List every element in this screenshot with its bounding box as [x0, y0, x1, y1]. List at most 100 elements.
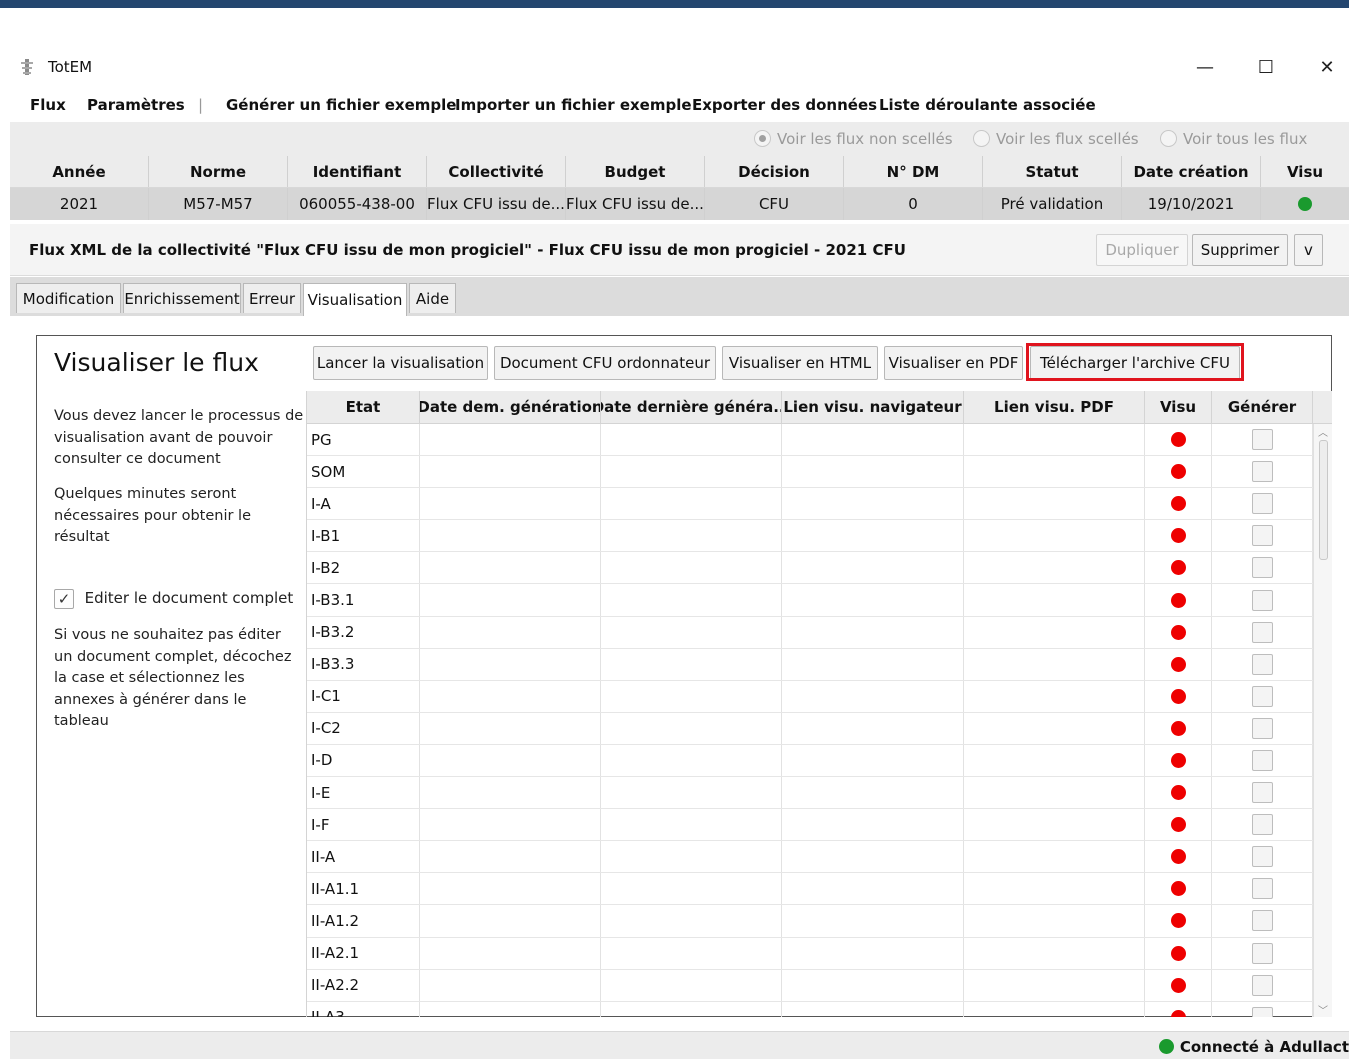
- radio-scelles[interactable]: Voir les flux scellés: [973, 130, 1139, 148]
- column-header[interactable]: Etat: [307, 391, 420, 423]
- etat-cell: I-B3.3: [307, 648, 420, 680]
- tab-visualisation[interactable]: Visualisation: [303, 283, 407, 316]
- table-row[interactable]: I-C2: [307, 712, 1313, 745]
- empty-cell: [964, 424, 1145, 456]
- menu-importer-fichier-exemple[interactable]: Importer un fichier exemple: [455, 96, 692, 114]
- menu-parametres[interactable]: Paramètres: [87, 96, 185, 114]
- supprimer-button[interactable]: Supprimer: [1192, 234, 1288, 266]
- table-row[interactable]: I-C1: [307, 680, 1313, 713]
- generer-checkbox[interactable]: [1251, 942, 1273, 964]
- flux-table-row[interactable]: 2021 M57-M57 060055-438-00 Flux CFU issu…: [10, 188, 1349, 220]
- generer-cell: [1212, 680, 1313, 712]
- table-row[interactable]: II-A: [307, 841, 1313, 874]
- generer-checkbox[interactable]: [1251, 429, 1273, 451]
- generer-checkbox[interactable]: [1251, 557, 1273, 579]
- menu-generer-fichier-exemple[interactable]: Générer un fichier exemple: [226, 96, 456, 114]
- empty-cell: [964, 488, 1145, 520]
- table-row[interactable]: II-A2.1: [307, 937, 1313, 970]
- column-header[interactable]: Générer: [1212, 391, 1313, 423]
- column-header[interactable]: Identifiant: [288, 156, 427, 187]
- table-row[interactable]: I-B1: [307, 520, 1313, 553]
- generer-checkbox[interactable]: [1251, 685, 1273, 707]
- document-cfu-ordonnateur-button[interactable]: Document CFU ordonnateur: [494, 346, 716, 380]
- more-actions-button[interactable]: v: [1294, 234, 1323, 266]
- close-icon[interactable]: ✕: [1304, 54, 1349, 82]
- empty-cell: [420, 712, 601, 744]
- column-header[interactable]: Statut: [983, 156, 1122, 187]
- table-row[interactable]: II-A1.2: [307, 905, 1313, 938]
- generer-checkbox[interactable]: [1251, 621, 1273, 643]
- table-row[interactable]: II-A1.1: [307, 873, 1313, 906]
- column-header[interactable]: Collectivité: [427, 156, 566, 187]
- table-row[interactable]: I-B2: [307, 552, 1313, 585]
- etat-cell: I-E: [307, 777, 420, 809]
- table-row[interactable]: I-F: [307, 809, 1313, 842]
- radio-tous[interactable]: Voir tous les flux: [1160, 130, 1307, 148]
- generer-checkbox[interactable]: [1251, 814, 1273, 836]
- generer-checkbox[interactable]: [1251, 461, 1273, 483]
- tab-enrichissement[interactable]: Enrichissement: [123, 283, 241, 313]
- tab-aide[interactable]: Aide: [409, 283, 456, 313]
- maximize-icon[interactable]: ☐: [1243, 54, 1289, 82]
- tab-erreur[interactable]: Erreur: [243, 283, 301, 313]
- column-header[interactable]: Date dernière généra...: [601, 391, 782, 423]
- column-header[interactable]: Visu: [1145, 391, 1212, 423]
- column-header[interactable]: Visu: [1261, 156, 1349, 187]
- generer-checkbox[interactable]: [1251, 653, 1273, 675]
- generer-checkbox[interactable]: [1251, 717, 1273, 739]
- column-header[interactable]: Lien visu. PDF: [964, 391, 1145, 423]
- generer-checkbox[interactable]: [1251, 910, 1273, 932]
- column-header[interactable]: Budget: [566, 156, 705, 187]
- empty-cell: [601, 456, 782, 488]
- column-header[interactable]: N° DM: [844, 156, 983, 187]
- column-header[interactable]: Date création: [1122, 156, 1261, 187]
- generer-checkbox[interactable]: [1251, 974, 1273, 996]
- generer-checkbox[interactable]: [1251, 878, 1273, 900]
- column-header[interactable]: Date dem. génération: [420, 391, 601, 423]
- telecharger-archive-cfu-button[interactable]: Télécharger l'archive CFU: [1030, 346, 1240, 380]
- status-red-dot-icon: [1170, 720, 1186, 736]
- table-row[interactable]: II-A3: [307, 1001, 1313, 1017]
- generer-checkbox[interactable]: [1251, 749, 1273, 771]
- table-row[interactable]: I-B3.3: [307, 648, 1313, 681]
- visualiser-html-button[interactable]: Visualiser en HTML: [722, 346, 878, 380]
- generer-checkbox[interactable]: [1251, 846, 1273, 868]
- tab-modification[interactable]: Modification: [16, 283, 121, 313]
- visu-cell: [1145, 809, 1212, 841]
- menu-exporter-donnees[interactable]: Exporter des données: [692, 96, 877, 114]
- table-row[interactable]: I-B3.1: [307, 584, 1313, 617]
- column-header[interactable]: Année: [10, 156, 149, 187]
- menu-liste-deroulante[interactable]: Liste déroulante associée: [879, 96, 1096, 114]
- generer-checkbox[interactable]: [1251, 493, 1273, 515]
- column-header[interactable]: Norme: [149, 156, 288, 187]
- menu-flux[interactable]: Flux: [30, 96, 66, 114]
- table-row[interactable]: II-A2.2: [307, 969, 1313, 1002]
- table-row[interactable]: I-A: [307, 488, 1313, 521]
- table-row[interactable]: I-D: [307, 744, 1313, 778]
- table-row[interactable]: PG: [307, 424, 1313, 457]
- minimize-icon[interactable]: —: [1182, 54, 1228, 82]
- checkbox-checked-icon: ✓: [54, 589, 74, 609]
- generer-checkbox[interactable]: [1251, 1006, 1273, 1017]
- column-header[interactable]: Décision: [705, 156, 844, 187]
- empty-cell: [782, 937, 964, 969]
- column-header[interactable]: Lien visu. navigateur: [782, 391, 964, 423]
- scroll-down-icon[interactable]: ﹀: [1318, 1002, 1328, 1017]
- table-row[interactable]: I-B3.2: [307, 616, 1313, 649]
- scroll-up-icon[interactable]: ︿: [1318, 424, 1328, 439]
- editer-document-complet-checkbox[interactable]: ✓ Editer le document complet: [54, 588, 304, 611]
- generer-checkbox[interactable]: [1251, 782, 1273, 804]
- generer-checkbox[interactable]: [1251, 589, 1273, 611]
- generer-checkbox[interactable]: [1251, 525, 1273, 547]
- lancer-visualisation-button[interactable]: Lancer la visualisation: [313, 346, 488, 380]
- radio-non-scelles[interactable]: Voir les flux non scellés: [754, 130, 953, 148]
- annex-table-header: Etat Date dem. génération Date dernière …: [307, 391, 1332, 424]
- scrollbar-thumb[interactable]: [1319, 440, 1328, 560]
- visualiser-pdf-button[interactable]: Visualiser en PDF: [884, 346, 1023, 380]
- dupliquer-button[interactable]: Dupliquer: [1096, 234, 1188, 266]
- vertical-scrollbar[interactable]: ︿ ﹀: [1313, 424, 1332, 1017]
- empty-cell: [601, 488, 782, 520]
- table-row[interactable]: SOM: [307, 456, 1313, 489]
- empty-cell: [420, 584, 601, 616]
- table-row[interactable]: I-E: [307, 777, 1313, 810]
